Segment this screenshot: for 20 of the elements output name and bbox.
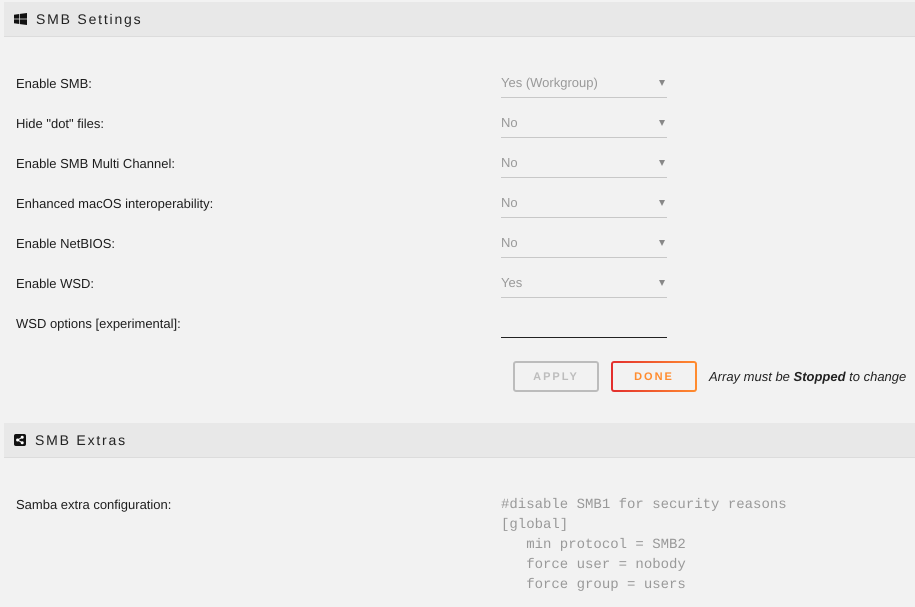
section-title: SMB Extras bbox=[35, 432, 127, 448]
done-button[interactable]: DONE bbox=[611, 361, 697, 392]
caret-icon bbox=[659, 280, 665, 286]
field-label: WSD options [experimental]: bbox=[16, 315, 181, 333]
field-label: Enable SMB: bbox=[16, 75, 92, 93]
caret-icon bbox=[659, 120, 665, 126]
field-label: Enable NetBIOS: bbox=[16, 235, 115, 253]
section-title: SMB Settings bbox=[36, 11, 142, 27]
field-label: Enhanced macOS interoperability: bbox=[16, 195, 214, 213]
field-label: Enable WSD: bbox=[16, 275, 94, 293]
caret-icon bbox=[659, 80, 665, 86]
share-icon bbox=[14, 434, 26, 446]
status-note: Array must be Stopped to change bbox=[709, 369, 906, 384]
field-label: Enable SMB Multi Channel: bbox=[16, 155, 175, 173]
caret-icon bbox=[659, 160, 665, 166]
field-label: Samba extra configuration: bbox=[16, 496, 172, 514]
windows-logo-icon bbox=[14, 13, 27, 25]
field-label: Hide "dot" files: bbox=[16, 115, 104, 133]
caret-icon bbox=[659, 240, 665, 246]
caret-icon bbox=[659, 200, 665, 206]
